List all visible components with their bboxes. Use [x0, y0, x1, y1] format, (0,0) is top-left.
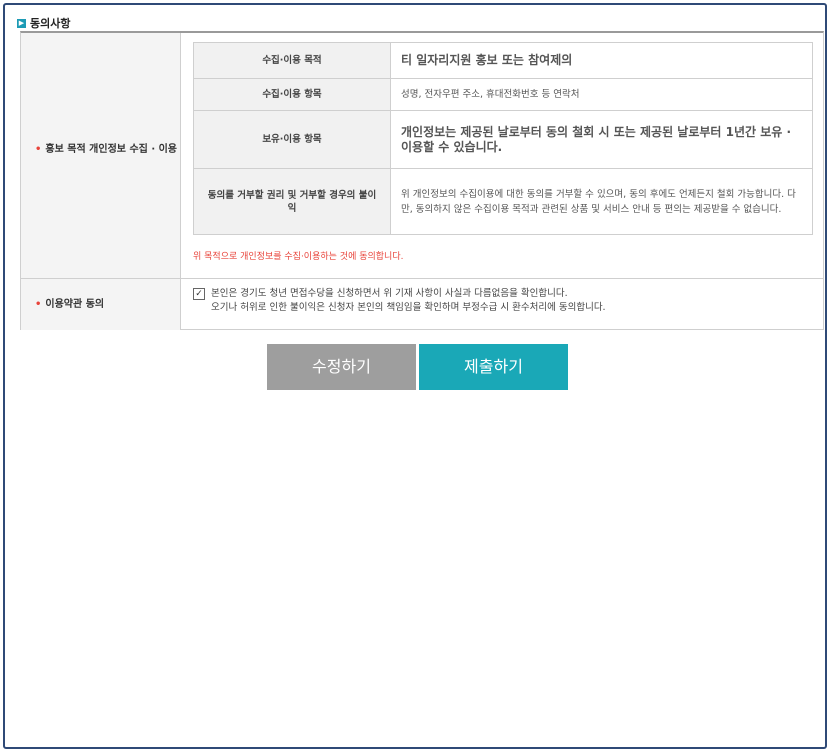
- row-header: 수집·이용 항목: [193, 78, 391, 111]
- terms-content: ✓ 본인은 경기도 청년 면접수당을 신청하면서 위 기재 사항이 사실과 다름…: [181, 279, 824, 330]
- table-row: 보유·이용 항목 개인정보는 제공된 날로부터 동의 철회 시 또는 제공된 날…: [193, 110, 813, 169]
- terms-text: 본인은 경기도 청년 면접수당을 신청하면서 위 기재 사항이 사실과 다름없음…: [211, 287, 606, 315]
- submit-button[interactable]: 제출하기: [419, 344, 568, 390]
- section-title: 동의사항: [30, 17, 71, 30]
- terms-label-cell: • 이용약관 동의: [21, 279, 181, 330]
- terms-line-1: 본인은 경기도 청년 면접수당을 신청하면서 위 기재 사항이 사실과 다름없음…: [211, 288, 568, 299]
- privacy-content: 수집·이용 목적 티 일자리지원 홍보 또는 참여제의 수집·이용 항목 성명,…: [181, 33, 824, 279]
- privacy-label: • 홍보 목적 개인정보 수집 · 이용: [35, 144, 178, 155]
- terms-label: • 이용약관 동의: [35, 299, 105, 310]
- row-value: 티 일자리지원 홍보 또는 참여제의: [390, 42, 813, 79]
- edit-button[interactable]: 수정하기: [267, 344, 416, 390]
- consent-table: • 홍보 목적 개인정보 수집 · 이용 • 이용약관 동의 수집·이용 목적 티 …: [20, 31, 824, 330]
- terms-agreement: ✓ 본인은 경기도 청년 면접수당을 신청하면서 위 기재 사항이 사실과 다름…: [193, 287, 606, 315]
- table-row: 동의를 거부할 권리 및 거부할 경우의 불이익 위 개인정보의 수집이용에 대…: [193, 168, 813, 235]
- row-value: 성명, 전자우편 주소, 휴대전화번호 등 연락처: [390, 78, 813, 111]
- table-row: 수집·이용 항목 성명, 전자우편 주소, 휴대전화번호 등 연락처: [193, 78, 813, 111]
- row-header: 수집·이용 목적: [193, 42, 391, 79]
- row-value: 위 개인정보의 수집이용에 대한 동의를 거부할 수 있으며, 동의 후에도 언…: [390, 168, 813, 235]
- consent-note: 위 목적으로 개인정보를 수집·이용하는 것에 동의합니다.: [193, 252, 404, 262]
- row-value: 개인정보는 제공된 날로부터 동의 철회 시 또는 제공된 날로부터 1년간 보…: [390, 110, 813, 169]
- privacy-label-cell: • 홍보 목적 개인정보 수집 · 이용: [21, 33, 181, 279]
- section-header: ▶ 동의사항: [17, 14, 70, 32]
- terms-line-2: 오기나 허위로 인한 불이익은 신청자 본인의 책임임을 확인하며 부정수급 시…: [211, 302, 606, 313]
- row-header: 동의를 거부할 권리 및 거부할 경우의 불이익: [193, 168, 391, 235]
- privacy-detail-table: 수집·이용 목적 티 일자리지원 홍보 또는 참여제의 수집·이용 항목 성명,…: [193, 42, 813, 235]
- row-header: 보유·이용 항목: [193, 110, 391, 169]
- table-row: 수집·이용 목적 티 일자리지원 홍보 또는 참여제의: [193, 42, 813, 79]
- chevron-right-icon: ▶: [17, 18, 26, 28]
- terms-checkbox[interactable]: ✓: [193, 288, 205, 300]
